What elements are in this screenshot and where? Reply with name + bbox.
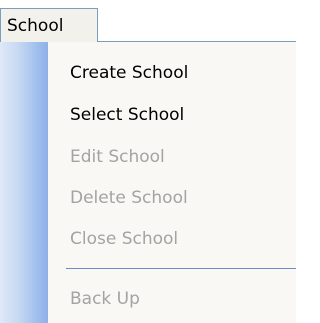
school-dropdown-menu: Create School Select School Edit School … [0, 42, 296, 323]
menu-item-close-school: Close School [70, 229, 179, 249]
menu-icon-gutter [0, 42, 48, 323]
menu-item-edit-school: Edit School [70, 147, 165, 167]
menu-item-delete-school: Delete School [70, 188, 188, 208]
menubar: School [0, 0, 296, 42]
menu-school[interactable]: School [0, 8, 98, 42]
menu-separator [66, 268, 296, 269]
menu-item-back-up: Back Up [70, 289, 140, 309]
menu-school-label: School [7, 15, 64, 36]
menu-item-create-school[interactable]: Create School [70, 58, 188, 88]
menu-item-select-school[interactable]: Select School [70, 100, 184, 130]
